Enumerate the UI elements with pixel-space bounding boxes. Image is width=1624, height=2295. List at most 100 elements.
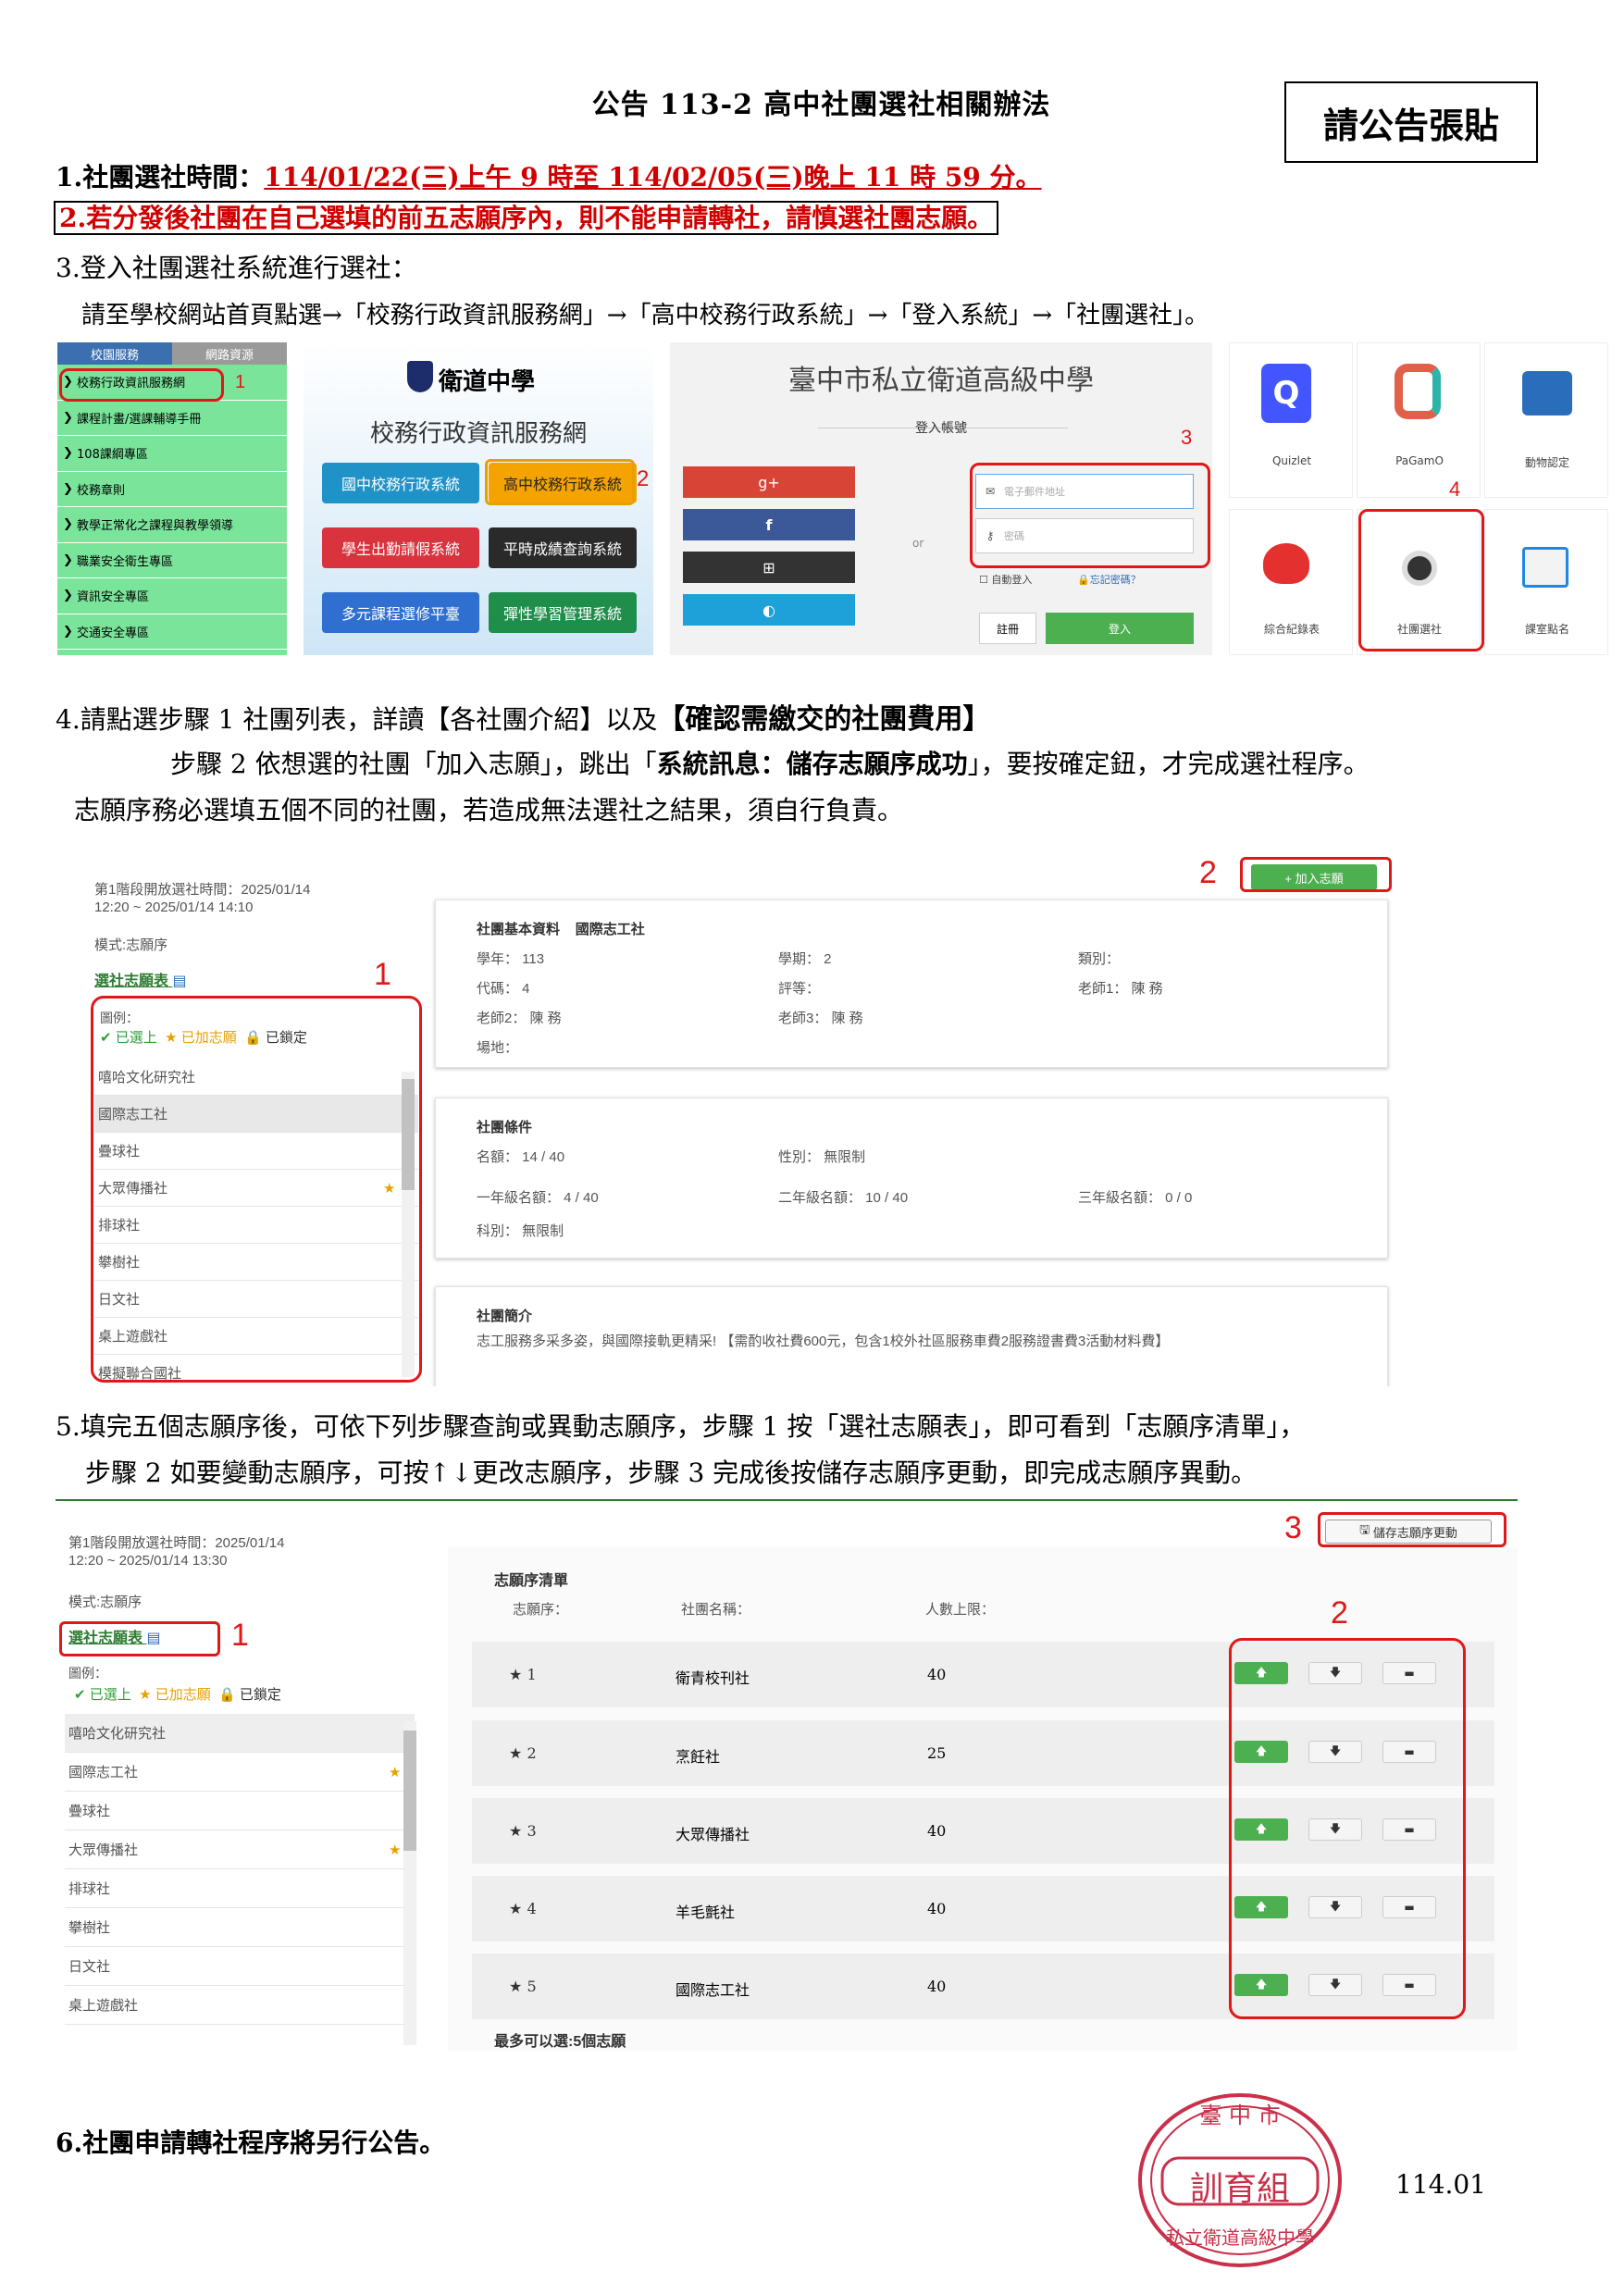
- junior-system-button[interactable]: 國中校務行政系統: [322, 463, 479, 503]
- school-name: 衛道中學: [439, 368, 536, 396]
- app-tile-pagamo[interactable]: PaGamO: [1357, 342, 1481, 498]
- flexible-learning-button[interactable]: 彈性學習管理系統: [489, 592, 637, 633]
- microsoft-login-button[interactable]: ⊞: [683, 552, 855, 583]
- menu-item[interactable]: ❯ 職業安全衛生專區: [57, 543, 287, 578]
- rank: ★ 3: [509, 1822, 537, 1840]
- login-button[interactable]: 登入: [1046, 613, 1194, 644]
- rank: ★ 5: [509, 1978, 537, 1995]
- attendance-system-button[interactable]: 學生出勤請假系統: [322, 527, 479, 568]
- basic-field: 學年： 113: [477, 951, 545, 967]
- elective-platform-button[interactable]: 多元課程選修平臺: [322, 592, 479, 633]
- app-tile-quizlet[interactable]: Q Quizlet: [1229, 342, 1353, 498]
- condition-field: 性別： 無限制: [778, 1149, 866, 1165]
- remember-checkbox[interactable]: ☐ 自動登入: [979, 572, 1032, 587]
- section-2: 2.若分發後社團在自己選填的前五志願序內，則不能申請轉社，請慎選社團志願。: [54, 198, 999, 235]
- club-name: 衛青校刊社: [676, 1669, 750, 1687]
- period-text: 第1階段開放選社時間：2025/01/14: [94, 882, 311, 898]
- condition-field: 三年級名額： 0 / 0: [1078, 1190, 1193, 1206]
- condition-field: 一年級名額： 4 / 40: [477, 1190, 599, 1206]
- club-intro-card: 社團簡介 志工服務多采多姿，與國際接軌更精采! 【需酌收社費600元，包含1校外…: [435, 1286, 1388, 1386]
- register-button[interactable]: 註冊: [979, 613, 1036, 644]
- calendar-clock-icon: [1522, 547, 1568, 588]
- basic-field: 評等：: [778, 981, 821, 997]
- section-6-text: 6.社團申請轉社程序將另行公告。: [56, 2128, 446, 2158]
- mode-text: 模式:志願序: [68, 1594, 143, 1610]
- chevron-right-icon: ❯: [63, 517, 78, 532]
- marker-1: 1: [235, 372, 246, 392]
- app-tile-animal[interactable]: 動物認定: [1484, 342, 1608, 498]
- app-tile-roll-call[interactable]: 課室點名: [1484, 509, 1608, 655]
- highlight-step-3: [970, 463, 1210, 568]
- seal-bottom-text: 私立衛道高級中學: [1166, 2227, 1314, 2249]
- rank: ★ 2: [509, 1744, 537, 1762]
- list-item[interactable]: 大眾傳播社 ★: [65, 1830, 415, 1869]
- chevron-right-icon: ❯: [63, 589, 78, 603]
- facebook-login-button[interactable]: f: [683, 509, 855, 540]
- chevron-right-icon: ❯: [63, 446, 78, 461]
- scrollbar-thumb[interactable]: [403, 1731, 416, 1851]
- highlight-step-4: [1358, 509, 1484, 651]
- list-item[interactable]: 嘻哈文化研究社: [65, 1714, 415, 1753]
- app-tile-record[interactable]: 綜合紀錄表: [1229, 509, 1353, 655]
- grades-system-button[interactable]: 平時成績查詢系統: [489, 527, 637, 568]
- club-name: 國際志工社: [575, 922, 645, 937]
- section-4-line-3: 志願序務必選填五個不同的社團，若造成無法選社之結果，須自行負責。: [74, 795, 904, 825]
- post-notice-box: 請公告張貼: [1284, 81, 1538, 163]
- menu-item[interactable]: ❯ 課程計畫/選課輔導手冊: [57, 401, 287, 436]
- scrollbar[interactable]: [403, 1721, 416, 2045]
- openid-login-button[interactable]: ◐: [683, 594, 855, 626]
- section-1-time: 114/01/22(三)上午 9 時至 114/02/05(三)晚上 11 時 …: [264, 162, 1042, 192]
- legend-selected: ✔ 已選上: [74, 1687, 131, 1703]
- limit: 40: [927, 1666, 947, 1683]
- wishlist-link[interactable]: 選社志願表 ▤: [94, 968, 187, 990]
- section-1: 1.社團選社時間：114/01/22(三)上午 9 時至 114/02/05(三…: [56, 157, 1042, 194]
- menu-item[interactable]: ❯ 108課綱專區: [57, 436, 287, 472]
- marker-3: 3: [1284, 1510, 1302, 1545]
- login-subtitle: 登入帳號: [915, 421, 967, 436]
- tab-campus-service[interactable]: 校園服務: [57, 342, 172, 365]
- google-login-button[interactable]: g+: [683, 466, 855, 498]
- menu-item[interactable]: ❯ 校務章則: [57, 472, 287, 507]
- chevron-right-icon: ❯: [63, 624, 78, 639]
- tab-web-resources[interactable]: 網路資源: [172, 342, 287, 365]
- list-icon: ▤: [172, 974, 187, 989]
- system-subtitle: 校務行政資訊服務網: [369, 420, 587, 448]
- star-icon: ★: [389, 1842, 402, 1858]
- app-label: 動物認定: [1524, 456, 1569, 469]
- app-label: PaGamO: [1395, 454, 1444, 467]
- club-conditions-card: 社團條件 名額： 14 / 40 性別： 無限制 一年級名額： 4 / 40 二…: [435, 1098, 1388, 1259]
- basic-field: 代碼： 4: [477, 981, 530, 997]
- basic-field: 場地：: [477, 1040, 519, 1056]
- list-item[interactable]: 國際志工社 ★: [65, 1753, 415, 1792]
- chevron-right-icon: ❯: [63, 410, 78, 425]
- menu-item[interactable]: ❯ 教學正常化之課程與教學領導: [57, 507, 287, 543]
- mode-text: 模式:志願序: [94, 937, 168, 953]
- menu-item[interactable]: ❯ 資訊安全專區: [57, 578, 287, 614]
- list-item[interactable]: 日文社: [65, 1947, 415, 1986]
- list-item[interactable]: 疊球社: [65, 1792, 415, 1830]
- club-name: 大眾傳播社: [676, 1826, 750, 1843]
- heart-headphones-icon: [1263, 543, 1309, 584]
- quizlet-icon: Q: [1261, 364, 1311, 423]
- or-label: or: [912, 537, 924, 550]
- basic-field: 老師1： 陳 務: [1078, 981, 1163, 997]
- list-item[interactable]: 攀樹社: [65, 1908, 415, 1947]
- legend-locked: 🔒 已鎖定: [218, 1687, 281, 1703]
- marker-1: 1: [231, 1618, 249, 1653]
- highlight-step-2: [485, 459, 635, 505]
- list-item[interactable]: 桌上遊戲社: [65, 1986, 415, 2025]
- star-icon: ★: [389, 1764, 402, 1780]
- app-label: 課室點名: [1524, 623, 1569, 636]
- club-basic-card: 社團基本資料 國際志工社 學年： 113 學期： 2 類別： 代碼： 4 評等：…: [435, 899, 1388, 1068]
- marker-1: 1: [374, 957, 391, 992]
- legend-wished: ★ 已加志願: [139, 1687, 211, 1703]
- list-item[interactable]: 排球社: [65, 1869, 415, 1908]
- club-name: 烹飪社: [676, 1748, 721, 1766]
- app-label: Quizlet: [1271, 454, 1312, 467]
- highlight-club-list: [91, 996, 422, 1383]
- menu-item[interactable]: ❯ 交通安全專區: [57, 614, 287, 650]
- app-label: 綜合紀錄表: [1263, 623, 1320, 636]
- forgot-password-link[interactable]: 🔒忘記密碼？: [1077, 572, 1141, 587]
- marker-2: 2: [637, 466, 650, 491]
- period-text: 第1階段開放選社時間：2025/01/14: [68, 1535, 285, 1551]
